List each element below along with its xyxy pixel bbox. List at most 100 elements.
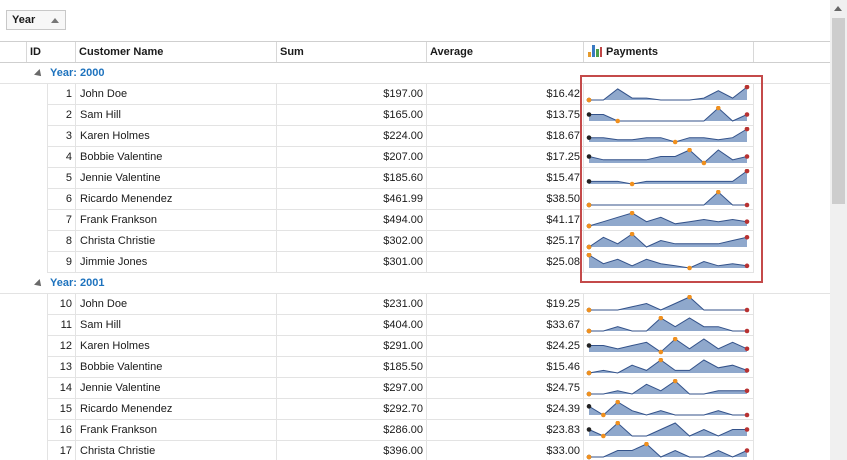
cell-payments[interactable] xyxy=(584,378,754,399)
column-header-sum[interactable]: Sum xyxy=(277,42,427,62)
table-row[interactable]: 7 Frank Frankson $494.00 $41.17 xyxy=(0,210,830,231)
cell-payments[interactable] xyxy=(584,399,754,420)
cell-average[interactable]: $18.67 xyxy=(427,126,584,147)
table-row[interactable]: 14 Jennie Valentine $297.00 $24.75 xyxy=(0,378,830,399)
cell-average[interactable]: $15.47 xyxy=(427,168,584,189)
table-row[interactable]: 17 Christa Christie $396.00 $33.00 xyxy=(0,441,830,460)
cell-id[interactable]: 13 xyxy=(47,357,76,378)
cell-id[interactable]: 14 xyxy=(47,378,76,399)
cell-average[interactable]: $33.00 xyxy=(427,441,584,460)
cell-average[interactable]: $41.17 xyxy=(427,210,584,231)
column-header-id[interactable]: ID xyxy=(27,42,76,62)
cell-sum[interactable]: $165.00 xyxy=(277,105,427,126)
collapse-arrow-icon[interactable] xyxy=(34,69,44,79)
cell-sum[interactable]: $292.70 xyxy=(277,399,427,420)
cell-sum[interactable]: $396.00 xyxy=(277,441,427,460)
cell-customer-name[interactable]: Frank Frankson xyxy=(76,210,277,231)
cell-payments[interactable] xyxy=(584,441,754,460)
cell-id[interactable]: 11 xyxy=(47,315,76,336)
table-row[interactable]: 2 Sam Hill $165.00 $13.75 xyxy=(0,105,830,126)
cell-sum[interactable]: $231.00 xyxy=(277,294,427,315)
cell-id[interactable]: 4 xyxy=(47,147,76,168)
cell-customer-name[interactable]: Jennie Valentine xyxy=(76,168,277,189)
cell-sum[interactable]: $286.00 xyxy=(277,420,427,441)
cell-sum[interactable]: $297.00 xyxy=(277,378,427,399)
collapse-arrow-icon[interactable] xyxy=(34,279,44,289)
cell-payments[interactable] xyxy=(584,84,754,105)
cell-average[interactable]: $17.25 xyxy=(427,147,584,168)
cell-payments[interactable] xyxy=(584,252,754,273)
cell-average[interactable]: $23.83 xyxy=(427,420,584,441)
table-row[interactable]: 9 Jimmie Jones $301.00 $25.08 xyxy=(0,252,830,273)
cell-sum[interactable]: $185.60 xyxy=(277,168,427,189)
cell-payments[interactable] xyxy=(584,126,754,147)
table-row[interactable]: 16 Frank Frankson $286.00 $23.83 xyxy=(0,420,830,441)
cell-customer-name[interactable]: John Doe xyxy=(76,84,277,105)
cell-payments[interactable] xyxy=(584,210,754,231)
cell-customer-name[interactable]: Ricardo Menendez xyxy=(76,189,277,210)
cell-payments[interactable] xyxy=(584,147,754,168)
cell-payments[interactable] xyxy=(584,168,754,189)
cell-customer-name[interactable]: Sam Hill xyxy=(76,105,277,126)
scrollbar-thumb[interactable] xyxy=(832,18,845,204)
cell-id[interactable]: 3 xyxy=(47,126,76,147)
cell-customer-name[interactable]: Ricardo Menendez xyxy=(76,399,277,420)
cell-average[interactable]: $24.25 xyxy=(427,336,584,357)
cell-customer-name[interactable]: Bobbie Valentine xyxy=(76,147,277,168)
cell-id[interactable]: 8 xyxy=(47,231,76,252)
cell-customer-name[interactable]: Bobbie Valentine xyxy=(76,357,277,378)
cell-payments[interactable] xyxy=(584,231,754,252)
group-row[interactable]: Year: 2000 xyxy=(0,63,830,84)
table-row[interactable]: 12 Karen Holmes $291.00 $24.25 xyxy=(0,336,830,357)
table-row[interactable]: 13 Bobbie Valentine $185.50 $15.46 xyxy=(0,357,830,378)
table-row[interactable]: 11 Sam Hill $404.00 $33.67 xyxy=(0,315,830,336)
table-row[interactable]: 8 Christa Christie $302.00 $25.17 xyxy=(0,231,830,252)
table-row[interactable]: 1 John Doe $197.00 $16.42 xyxy=(0,84,830,105)
table-row[interactable]: 4 Bobbie Valentine $207.00 $17.25 xyxy=(0,147,830,168)
cell-customer-name[interactable]: Christa Christie xyxy=(76,441,277,460)
cell-sum[interactable]: $291.00 xyxy=(277,336,427,357)
cell-sum[interactable]: $494.00 xyxy=(277,210,427,231)
cell-id[interactable]: 15 xyxy=(47,399,76,420)
cell-id[interactable]: 5 xyxy=(47,168,76,189)
cell-payments[interactable] xyxy=(584,315,754,336)
cell-id[interactable]: 6 xyxy=(47,189,76,210)
cell-customer-name[interactable]: John Doe xyxy=(76,294,277,315)
cell-id[interactable]: 7 xyxy=(47,210,76,231)
cell-average[interactable]: $38.50 xyxy=(427,189,584,210)
cell-average[interactable]: $13.75 xyxy=(427,105,584,126)
cell-payments[interactable] xyxy=(584,105,754,126)
cell-average[interactable]: $19.25 xyxy=(427,294,584,315)
cell-payments[interactable] xyxy=(584,294,754,315)
cell-average[interactable]: $24.39 xyxy=(427,399,584,420)
cell-customer-name[interactable]: Sam Hill xyxy=(76,315,277,336)
column-header-average[interactable]: Average xyxy=(427,42,584,62)
table-row[interactable]: 3 Karen Holmes $224.00 $18.67 xyxy=(0,126,830,147)
scroll-up-icon[interactable] xyxy=(834,6,842,11)
cell-customer-name[interactable]: Christa Christie xyxy=(76,231,277,252)
cell-id[interactable]: 17 xyxy=(47,441,76,460)
cell-id[interactable]: 2 xyxy=(47,105,76,126)
cell-average[interactable]: $33.67 xyxy=(427,315,584,336)
cell-payments[interactable] xyxy=(584,189,754,210)
cell-payments[interactable] xyxy=(584,336,754,357)
cell-customer-name[interactable]: Jennie Valentine xyxy=(76,378,277,399)
cell-payments[interactable] xyxy=(584,420,754,441)
cell-id[interactable]: 1 xyxy=(47,84,76,105)
cell-customer-name[interactable]: Karen Holmes xyxy=(76,336,277,357)
cell-sum[interactable]: $461.99 xyxy=(277,189,427,210)
group-by-year-chip[interactable]: Year xyxy=(6,10,66,30)
cell-average[interactable]: $25.17 xyxy=(427,231,584,252)
cell-sum[interactable]: $207.00 xyxy=(277,147,427,168)
cell-id[interactable]: 9 xyxy=(47,252,76,273)
cell-average[interactable]: $15.46 xyxy=(427,357,584,378)
cell-sum[interactable]: $404.00 xyxy=(277,315,427,336)
cell-sum[interactable]: $197.00 xyxy=(277,84,427,105)
column-header-customer-name[interactable]: Customer Name xyxy=(76,42,277,62)
table-row[interactable]: 10 John Doe $231.00 $19.25 xyxy=(0,294,830,315)
cell-customer-name[interactable]: Jimmie Jones xyxy=(76,252,277,273)
cell-customer-name[interactable]: Frank Frankson xyxy=(76,420,277,441)
cell-sum[interactable]: $301.00 xyxy=(277,252,427,273)
vertical-scrollbar[interactable] xyxy=(830,0,847,460)
cell-id[interactable]: 10 xyxy=(47,294,76,315)
